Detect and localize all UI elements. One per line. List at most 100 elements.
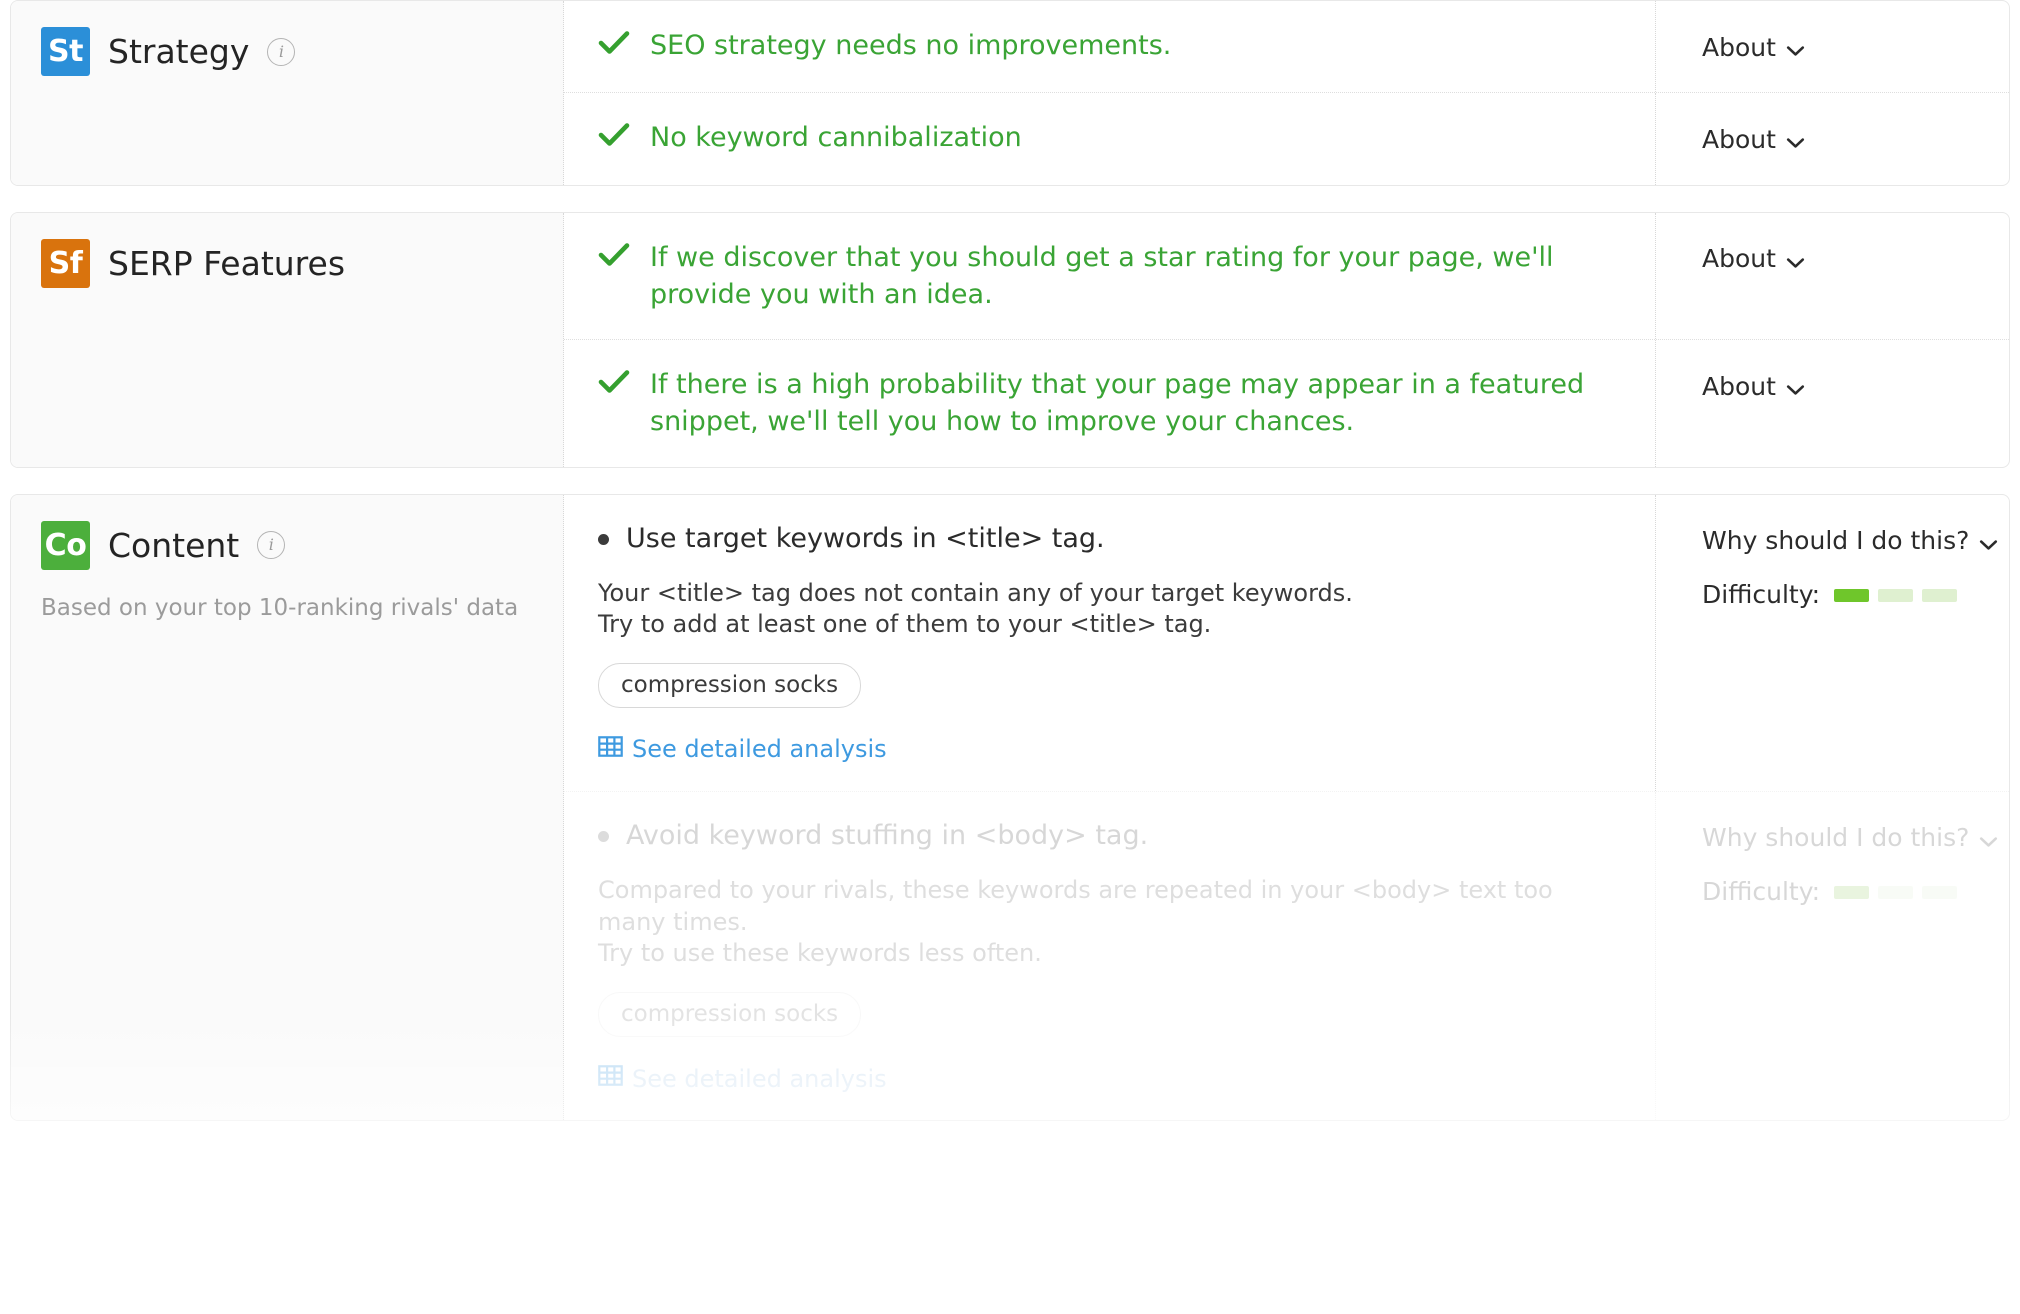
difficulty-segment xyxy=(1878,589,1913,602)
category-badge-icon: Co xyxy=(41,521,90,570)
category-rows: Use target keywords in <title> tag. Your… xyxy=(564,495,2009,1121)
pass-line: If we discover that you should get a sta… xyxy=(598,239,1608,314)
todo-description-line: Try to use these keywords less often. xyxy=(598,938,1621,970)
keyword-chip[interactable]: compression socks xyxy=(598,663,861,708)
todo-description: Compared to your rivals, these keywords … xyxy=(598,875,1621,970)
about-label: About xyxy=(1702,125,1776,154)
todo-title-row: Use target keywords in <title> tag. xyxy=(598,521,1621,556)
chevron-down-icon xyxy=(1786,373,1805,402)
why-should-i-do-this-dropdown[interactable]: Why should I do this? xyxy=(1702,525,2009,557)
category-card-strategy: St Strategy i SEO strategy needs no impr… xyxy=(10,0,2010,186)
difficulty-meter: Difficulty: xyxy=(1702,877,2009,906)
row-actions: About xyxy=(1656,1,2009,92)
pass-text: No keyword cannibalization xyxy=(650,119,1022,156)
check-row: No keyword cannibalization About xyxy=(564,92,2009,184)
see-detailed-analysis-label: See detailed analysis xyxy=(632,1065,887,1093)
about-dropdown[interactable]: About xyxy=(1702,123,2009,155)
seo-audit-panel: St Strategy i SEO strategy needs no impr… xyxy=(0,0,2020,1314)
todo-title: Use target keywords in <title> tag. xyxy=(626,521,1105,556)
difficulty-bars xyxy=(1834,589,1957,602)
bullet-icon xyxy=(598,534,609,545)
category-title-row: Sf SERP Features xyxy=(41,239,533,288)
category-subtitle: Based on your top 10-ranking rivals' dat… xyxy=(41,595,533,621)
difficulty-segment xyxy=(1922,589,1957,602)
category-rows: SEO strategy needs no improvements. Abou… xyxy=(564,1,2009,185)
category-card-serp-features: Sf SERP Features If we discover that you… xyxy=(10,212,2010,468)
about-dropdown[interactable]: About xyxy=(1702,370,2009,402)
row-actions: Why should I do this? Difficulty: xyxy=(1656,792,2009,1120)
pass-text: If there is a high probability that your… xyxy=(650,366,1608,441)
why-label: Why should I do this? xyxy=(1702,823,1969,852)
pass-line: No keyword cannibalization xyxy=(598,119,1608,158)
difficulty-segment xyxy=(1878,886,1913,899)
difficulty-label: Difficulty: xyxy=(1702,877,1820,906)
chevron-down-icon xyxy=(1979,825,1998,854)
check-row: If there is a high probability that your… xyxy=(564,339,2009,467)
todo-row: Use target keywords in <title> tag. Your… xyxy=(564,495,2009,791)
chevron-down-icon xyxy=(1786,126,1805,155)
check-icon xyxy=(598,121,630,158)
check-row: If we discover that you should get a sta… xyxy=(564,213,2009,340)
category-rows: If we discover that you should get a sta… xyxy=(564,213,2009,467)
todo-description-line: many times. xyxy=(598,907,1621,939)
category-badge-icon: Sf xyxy=(41,239,90,288)
see-detailed-analysis-link[interactable]: See detailed analysis xyxy=(598,1063,1621,1094)
check-row-body: SEO strategy needs no improvements. xyxy=(564,1,1656,92)
category-badge-icon: St xyxy=(41,27,90,76)
why-should-i-do-this-dropdown[interactable]: Why should I do this? xyxy=(1702,822,2009,854)
why-label: Why should I do this? xyxy=(1702,526,1969,555)
pass-line: SEO strategy needs no improvements. xyxy=(598,27,1608,66)
chevron-down-icon xyxy=(1786,246,1805,275)
category-card-content: Co Content i Based on your top 10-rankin… xyxy=(10,494,2010,1122)
difficulty-segment xyxy=(1834,886,1869,899)
about-dropdown[interactable]: About xyxy=(1702,243,2009,275)
about-label: About xyxy=(1702,33,1776,62)
todo-row-body: Use target keywords in <title> tag. Your… xyxy=(564,495,1656,791)
category-title-row: St Strategy i xyxy=(41,27,533,76)
category-header-strategy: St Strategy i xyxy=(11,1,564,185)
row-actions: Why should I do this? Difficulty: xyxy=(1656,495,2009,791)
about-label: About xyxy=(1702,244,1776,273)
bullet-icon xyxy=(598,831,609,842)
todo-description-line: Your <title> tag does not contain any of… xyxy=(598,578,1621,610)
row-actions: About xyxy=(1656,93,2009,184)
see-detailed-analysis-label: See detailed analysis xyxy=(632,735,887,763)
row-actions: About xyxy=(1656,213,2009,340)
check-row: SEO strategy needs no improvements. Abou… xyxy=(564,1,2009,92)
check-icon xyxy=(598,241,630,278)
keyword-chip[interactable]: compression socks xyxy=(598,992,861,1037)
difficulty-bars xyxy=(1834,886,1957,899)
info-icon[interactable]: i xyxy=(267,38,295,66)
check-row-body: No keyword cannibalization xyxy=(564,93,1656,184)
difficulty-label: Difficulty: xyxy=(1702,580,1820,609)
todo-description: Your <title> tag does not contain any of… xyxy=(598,578,1621,641)
chevron-down-icon xyxy=(1786,34,1805,63)
difficulty-segment xyxy=(1834,589,1869,602)
pass-line: If there is a high probability that your… xyxy=(598,366,1608,441)
todo-title-row: Avoid keyword stuffing in <body> tag. xyxy=(598,818,1621,853)
category-title: Strategy xyxy=(108,32,249,71)
chevron-down-icon xyxy=(1979,528,1998,557)
todo-title: Avoid keyword stuffing in <body> tag. xyxy=(626,818,1148,853)
difficulty-meter: Difficulty: xyxy=(1702,580,2009,609)
row-actions: About xyxy=(1656,340,2009,467)
category-title: SERP Features xyxy=(108,244,345,283)
todo-description-line: Compared to your rivals, these keywords … xyxy=(598,875,1621,907)
todo-description-line: Try to add at least one of them to your … xyxy=(598,609,1621,641)
table-grid-icon xyxy=(598,734,623,765)
check-icon xyxy=(598,29,630,66)
about-dropdown[interactable]: About xyxy=(1702,31,2009,63)
pass-text: If we discover that you should get a sta… xyxy=(650,239,1608,314)
category-title: Content xyxy=(108,526,239,565)
see-detailed-analysis-link[interactable]: See detailed analysis xyxy=(598,734,1621,765)
check-row-body: If we discover that you should get a sta… xyxy=(564,213,1656,340)
category-header-serp-features: Sf SERP Features xyxy=(11,213,564,467)
info-icon[interactable]: i xyxy=(257,531,285,559)
check-icon xyxy=(598,368,630,405)
difficulty-segment xyxy=(1922,886,1957,899)
todo-row: Avoid keyword stuffing in <body> tag. Co… xyxy=(564,791,2009,1120)
check-row-body: If there is a high probability that your… xyxy=(564,340,1656,467)
keyword-chip-list: compression socks xyxy=(598,992,1621,1037)
pass-text: SEO strategy needs no improvements. xyxy=(650,27,1171,64)
table-grid-icon xyxy=(598,1063,623,1094)
